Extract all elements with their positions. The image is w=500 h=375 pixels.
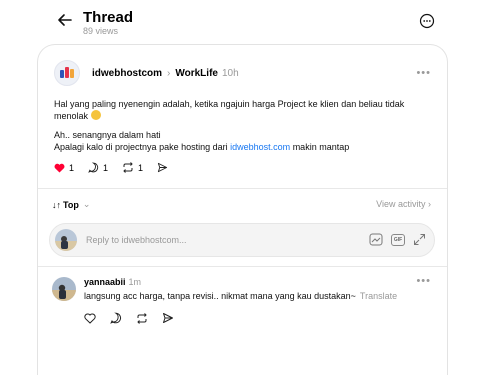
post-header: idwebhostcom › WorkLife 10h — [54, 59, 239, 87]
reply-tools: GIF — [361, 233, 426, 246]
post-more-icon[interactable]: ••• — [416, 67, 431, 79]
comment-author: yannaabii 1m — [84, 277, 142, 287]
image-icon[interactable] — [369, 233, 383, 246]
post-link[interactable]: idwebhost.com — [230, 142, 290, 152]
like-count: 1 — [69, 162, 75, 173]
divider — [38, 266, 447, 267]
page-title: Thread — [83, 9, 134, 26]
repost-count: 1 — [138, 162, 144, 173]
heart-filled-icon — [54, 163, 65, 173]
thread-card: idwebhostcom › WorkLife 10h ••• Hal yang… — [37, 44, 448, 375]
comment-avatar[interactable] — [52, 277, 76, 301]
chevron-right-icon: › — [428, 199, 431, 209]
post-paragraph-2: Ah.. senangnya dalam hati Apalagi kalo d… — [54, 130, 350, 152]
view-count: 89 views — [83, 26, 119, 36]
view-activity-link[interactable]: View activity › — [376, 199, 431, 209]
post-actions: 1 1 1 — [54, 162, 186, 173]
author-avatar[interactable] — [54, 60, 80, 86]
translate-link[interactable]: Translate — [360, 291, 397, 301]
smiling-emoji-icon — [90, 110, 101, 120]
expand-icon[interactable] — [413, 233, 426, 246]
reply-input[interactable]: Reply to idwebhostcom... GIF — [49, 223, 435, 257]
more-options-icon[interactable] — [418, 12, 436, 30]
comment-actions — [84, 312, 188, 324]
comment-icon — [88, 162, 99, 173]
current-user-avatar — [55, 229, 77, 251]
repost-icon — [123, 162, 133, 173]
comment-more-icon[interactable]: ••• — [416, 275, 431, 287]
send-icon[interactable] — [162, 312, 174, 324]
send-icon — [157, 162, 168, 173]
post-community[interactable]: WorkLife — [175, 68, 218, 79]
thread-header: Thread 89 views — [0, 0, 500, 44]
share-button[interactable] — [157, 162, 172, 173]
comment-text: langsung acc harga, tanpa revisi.. nikma… — [84, 291, 398, 301]
repost-button[interactable]: 1 — [122, 162, 143, 173]
sort-icon: ↓↑ — [52, 199, 61, 210]
post-author[interactable]: idwebhostcom — [92, 68, 162, 79]
chevron-right-icon: › — [167, 67, 171, 79]
divider — [38, 188, 447, 189]
comment-time: 1m — [128, 277, 142, 287]
like-outline-icon[interactable] — [84, 312, 96, 324]
chevron-down-icon: ⌄ — [82, 199, 91, 209]
post-paragraph-1: Hal yang paling nyenengin adalah, ketika… — [54, 99, 405, 121]
gif-icon[interactable]: GIF — [391, 233, 405, 246]
comment-button[interactable]: 1 — [88, 162, 108, 173]
post-time: 10h — [221, 67, 239, 79]
comment-icon[interactable] — [110, 312, 122, 324]
reply-placeholder: Reply to idwebhostcom... — [86, 235, 187, 245]
comment-count: 1 — [103, 162, 109, 173]
repost-icon[interactable] — [136, 312, 148, 324]
idwebhost-logo-icon — [60, 67, 74, 78]
like-button[interactable]: 1 — [54, 163, 74, 173]
sort-dropdown[interactable]: ↓↑ Top ⌄ — [52, 199, 90, 210]
back-arrow-icon[interactable] — [55, 10, 75, 30]
sort-label: Top — [63, 199, 79, 210]
post-body: Hal yang paling nyenengin adalah, ketika… — [54, 98, 434, 160]
